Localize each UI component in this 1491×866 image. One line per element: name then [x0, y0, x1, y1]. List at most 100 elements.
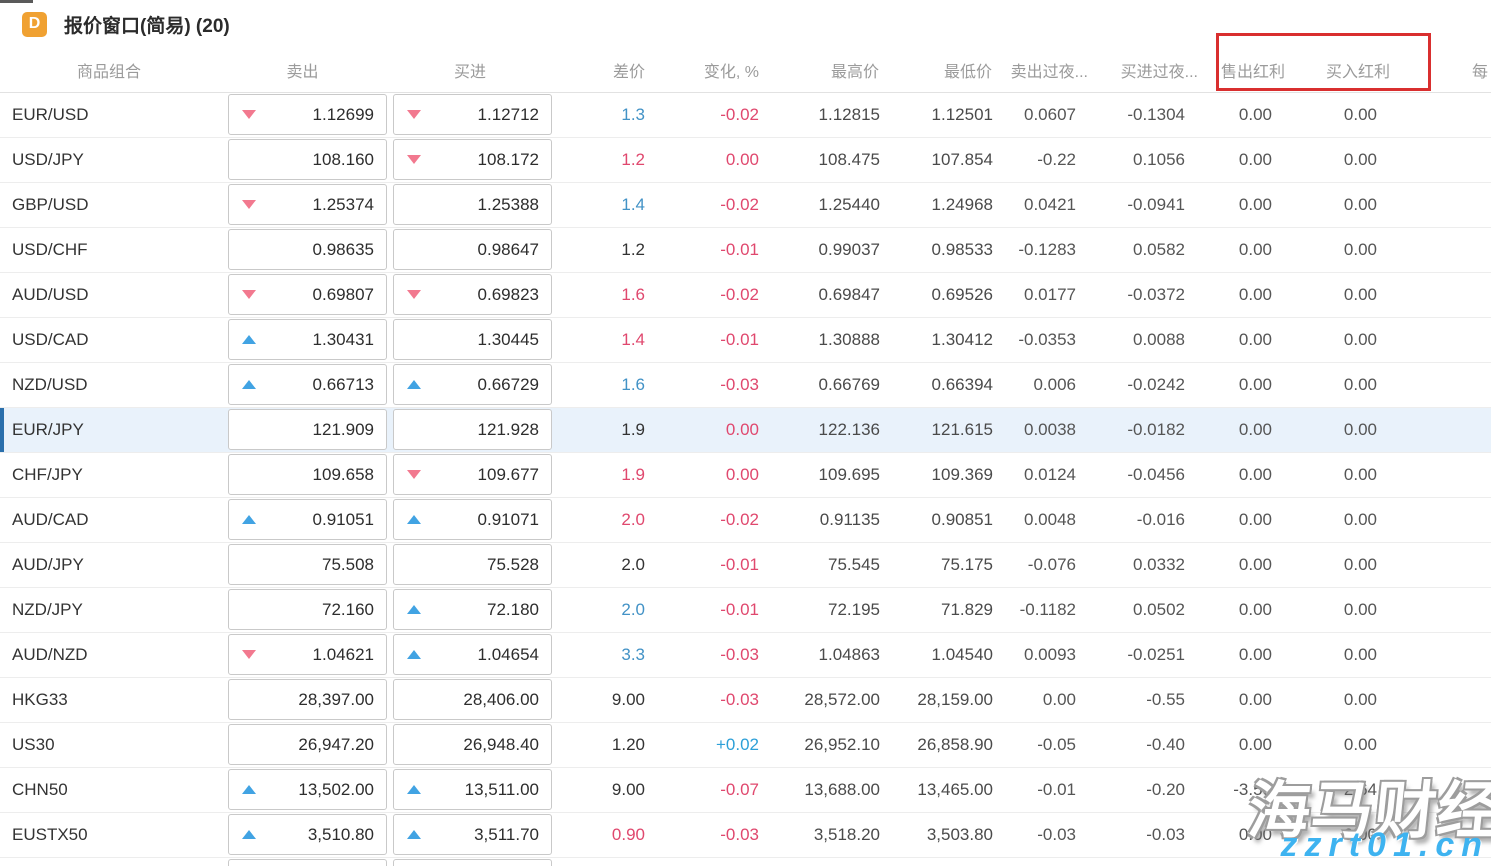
change-percent-value: 0.00 [726, 150, 759, 169]
table-row[interactable]: GBP/USD 1.25374 1.25388 1.4 -0.02 1.2544… [0, 182, 1491, 227]
table-row[interactable]: NZD/JPY 72.160 72.180 2.0 -0.01 72.195 7… [0, 587, 1491, 632]
column-header-high[interactable]: 最高价 [761, 48, 881, 92]
column-header-spread[interactable]: 差价 [553, 48, 647, 92]
column-header-change[interactable]: 变化, % [647, 48, 761, 92]
sell-price-box[interactable]: 108.160 [228, 139, 387, 180]
buy-price-box[interactable]: 26,948.40 [393, 724, 552, 765]
buy-dividend-value: 0.00 [1344, 690, 1377, 709]
low-value: 107.854 [932, 150, 993, 169]
sell-price: 1.04621 [256, 645, 386, 665]
buy-price-box[interactable]: 1.12712 [393, 94, 552, 135]
column-header-symbol[interactable]: 商品组合 [0, 48, 218, 92]
buy-price-box[interactable]: 109.677 [393, 454, 552, 495]
sell-dividend-value: 0.00 [1239, 645, 1272, 664]
sell-overnight-value: -0.1283 [1018, 240, 1076, 259]
change-percent-value: -0.01 [720, 240, 759, 259]
symbol-label: CHF/JPY [12, 465, 83, 484]
sell-price-box[interactable]: 1.30431 [228, 319, 387, 360]
table-row[interactable]: USD/CHF 0.98635 0.98647 1.2 -0.01 0.9903… [0, 227, 1491, 272]
column-header-low[interactable]: 最低价 [881, 48, 994, 92]
table-row[interactable]: EUR/JPY 121.909 121.928 1.9 0.00 122.136… [0, 407, 1491, 452]
buy-price-box[interactable]: 1.25388 [393, 184, 552, 225]
buy-overnight-value: -0.20 [1146, 780, 1185, 799]
change-percent-value: -0.03 [720, 825, 759, 844]
buy-price-box[interactable]: 13,511.00 [393, 769, 552, 810]
buy-price-box[interactable]: 108.172 [393, 139, 552, 180]
high-value: 13,688.00 [804, 780, 880, 799]
sell-dividend-value: 0.00 [1239, 195, 1272, 214]
buy-overnight-value: -0.0941 [1127, 195, 1185, 214]
buy-price-box[interactable]: 28,406.00 [393, 679, 552, 720]
column-header-extra[interactable]: 每 [1392, 48, 1491, 92]
sell-price-box[interactable]: 0.66713 [228, 364, 387, 405]
sell-trend-arrow-icon [242, 515, 256, 524]
buy-price-box[interactable]: 0.91071 [393, 499, 552, 540]
spread-value: 1.20 [612, 735, 645, 754]
sell-price-box[interactable]: 13,502.00 [228, 769, 387, 810]
sell-dividend-value: 0.00 [1239, 330, 1272, 349]
sell-price-box[interactable]: 0.91051 [228, 499, 387, 540]
sell-price-box[interactable]: 1.25374 [228, 184, 387, 225]
sell-overnight-value: -0.0353 [1018, 330, 1076, 349]
symbol-label: NZD/JPY [12, 600, 83, 619]
symbol-label: EUR/JPY [12, 420, 84, 439]
sell-price-box[interactable]: 0.69807 [228, 274, 387, 315]
column-header-buy-overnight[interactable]: 买进过夜... [1090, 48, 1200, 92]
table-row[interactable]: NZD/USD 0.66713 0.66729 1.6 -0.03 0.6676… [0, 362, 1491, 407]
table-row[interactable]: HKG33 28,397.00 28,406.00 9.00 -0.03 28,… [0, 677, 1491, 722]
low-value: 1.24968 [932, 195, 993, 214]
column-header-buy[interactable]: 买进 [387, 48, 553, 92]
sell-price: 121.909 [256, 420, 386, 440]
table-row[interactable] [0, 857, 1491, 866]
sell-price-box[interactable]: 1.04621 [228, 634, 387, 675]
sell-price-box[interactable]: 109.658 [228, 454, 387, 495]
sell-price: 3,510.80 [256, 825, 386, 845]
table-row[interactable]: AUD/CAD 0.91051 0.91071 2.0 -0.02 0.9113… [0, 497, 1491, 542]
table-row[interactable]: CHF/JPY 109.658 109.677 1.9 0.00 109.695… [0, 452, 1491, 497]
sell-price: 0.91051 [256, 510, 386, 530]
sell-price-box[interactable]: 0.98635 [228, 229, 387, 270]
sell-overnight-value: 0.00 [1043, 690, 1076, 709]
sell-price-box[interactable]: 1.12699 [228, 94, 387, 135]
buy-overnight-value: -0.55 [1146, 690, 1185, 709]
column-header-sell-dividend[interactable]: 售出红利 [1200, 48, 1287, 92]
change-percent-value: -0.02 [720, 195, 759, 214]
sell-price-box[interactable]: 26,947.20 [228, 724, 387, 765]
table-row[interactable]: AUD/USD 0.69807 0.69823 1.6 -0.02 0.6984… [0, 272, 1491, 317]
sell-dividend-value: 0.00 [1239, 600, 1272, 619]
buy-overnight-value: -0.0242 [1127, 375, 1185, 394]
change-percent-value: -0.07 [720, 780, 759, 799]
sell-price-box[interactable] [228, 859, 387, 866]
column-header-sell[interactable]: 卖出 [218, 48, 387, 92]
table-row[interactable]: AUD/NZD 1.04621 1.04654 3.3 -0.03 1.0486… [0, 632, 1491, 677]
buy-price-box[interactable]: 121.928 [393, 409, 552, 450]
buy-price-box[interactable] [393, 859, 552, 866]
buy-price-box[interactable]: 1.30445 [393, 319, 552, 360]
column-header-buy-dividend[interactable]: 买入红利 [1287, 48, 1392, 92]
sell-price-box[interactable]: 72.160 [228, 589, 387, 630]
sell-price-box[interactable]: 3,510.80 [228, 814, 387, 855]
app-d-icon[interactable]: D [22, 12, 47, 37]
buy-price-box[interactable]: 3,511.70 [393, 814, 552, 855]
buy-price: 121.928 [421, 420, 551, 440]
buy-price-box[interactable]: 1.04654 [393, 634, 552, 675]
table-row[interactable]: USD/JPY 108.160 108.172 1.2 0.00 108.475… [0, 137, 1491, 182]
buy-trend-arrow-icon [407, 290, 421, 299]
buy-price-box[interactable]: 0.98647 [393, 229, 552, 270]
table-row[interactable]: USD/CAD 1.30431 1.30445 1.4 -0.01 1.3088… [0, 317, 1491, 362]
buy-price-box[interactable]: 0.66729 [393, 364, 552, 405]
table-row[interactable]: EUR/USD 1.12699 1.12712 1.3 -0.02 1.1281… [0, 92, 1491, 137]
sell-overnight-value: 0.0038 [1024, 420, 1076, 439]
sell-overnight-value: -0.03 [1037, 825, 1076, 844]
buy-price-box[interactable]: 75.528 [393, 544, 552, 585]
buy-price-box[interactable]: 72.180 [393, 589, 552, 630]
sell-price-box[interactable]: 28,397.00 [228, 679, 387, 720]
buy-trend-arrow-icon [407, 110, 421, 119]
low-value: 13,465.00 [917, 780, 993, 799]
table-row[interactable]: AUD/JPY 75.508 75.528 2.0 -0.01 75.545 7… [0, 542, 1491, 587]
buy-price-box[interactable]: 0.69823 [393, 274, 552, 315]
symbol-label: NZD/USD [12, 375, 88, 394]
column-header-sell-overnight[interactable]: 卖出过夜... [994, 48, 1090, 92]
sell-price-box[interactable]: 75.508 [228, 544, 387, 585]
sell-price-box[interactable]: 121.909 [228, 409, 387, 450]
